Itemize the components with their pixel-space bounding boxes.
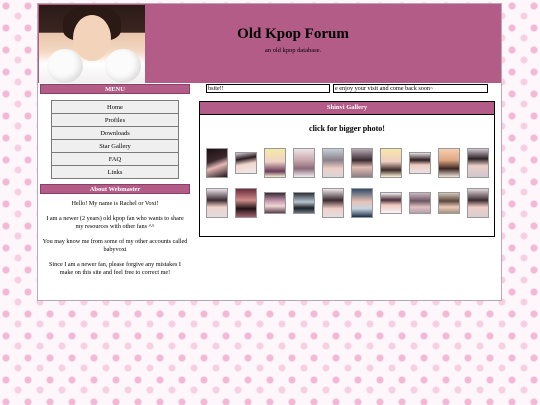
header-photo [39,5,145,83]
about-paragraph: I am a newer (2 years) old kpop fan who … [46,215,184,230]
gallery-thumbnail[interactable] [235,188,257,218]
gallery-thumbnail[interactable] [351,188,373,218]
site-subtitle: an old kpop database. [264,47,322,54]
menu-item-links[interactable]: Links [51,165,179,179]
gallery-thumbnail[interactable] [380,192,402,214]
gallery-thumbnail[interactable] [409,192,431,214]
gallery-thumbnail[interactable] [264,148,286,178]
site-title: Old Kpop Forum [237,26,349,42]
about-paragraph: Since I am a newer fan, please forgive a… [48,261,181,276]
about-paragraph: Hello! My name is Rachel or Voxi! [71,200,159,207]
gallery-note: click for bigger photo! [309,124,385,133]
gallery-thumbnail[interactable] [206,188,228,218]
gallery-thumbnail[interactable] [293,148,315,178]
gallery-thumbnail[interactable] [206,148,228,178]
gallery-thumbnail[interactable] [438,192,460,214]
menu-item-downloads[interactable]: Downloads [51,126,179,140]
sidebar: MENU Home Profiles Downloads Star Galler… [40,84,190,284]
menu-item-faq[interactable]: FAQ [51,152,179,166]
menu: Home Profiles Downloads Star Gallery FAQ… [51,100,179,179]
gallery-thumbnail[interactable] [467,188,489,218]
about-heading: About Webmaster [40,184,190,194]
menu-item-star-gallery[interactable]: Star Gallery [51,139,179,153]
gallery-heading: Shinvi Gallery [200,102,494,115]
marquee-welcome: bsite!! [206,84,330,93]
gallery-thumbnail[interactable] [467,148,489,178]
menu-heading: MENU [40,84,190,94]
menu-item-profiles[interactable]: Profiles [51,113,179,127]
site-header: Old Kpop Forum an old kpop database. [38,4,501,83]
gallery-thumbnail[interactable] [264,192,286,214]
marquee-enjoy: e enjoy your visit and come back soon~ [333,84,488,93]
gallery-thumbnail[interactable] [293,192,315,214]
gallery-thumbnail[interactable] [322,188,344,218]
menu-item-home[interactable]: Home [51,100,179,114]
gallery-thumbnail[interactable] [438,148,460,178]
about-text: Hello! My name is Rachel or Voxi! I am a… [40,194,190,277]
gallery-thumbnail[interactable] [235,152,257,174]
gallery-thumbnail[interactable] [322,148,344,178]
gallery-thumbnail[interactable] [409,152,431,174]
gallery-thumbnail[interactable] [351,148,373,178]
gallery-panel: Shinvi Gallery click for bigger photo! [199,101,495,237]
gallery-thumbnail[interactable] [380,148,402,178]
about-paragraph: You may know me from some of my other ac… [42,238,188,253]
